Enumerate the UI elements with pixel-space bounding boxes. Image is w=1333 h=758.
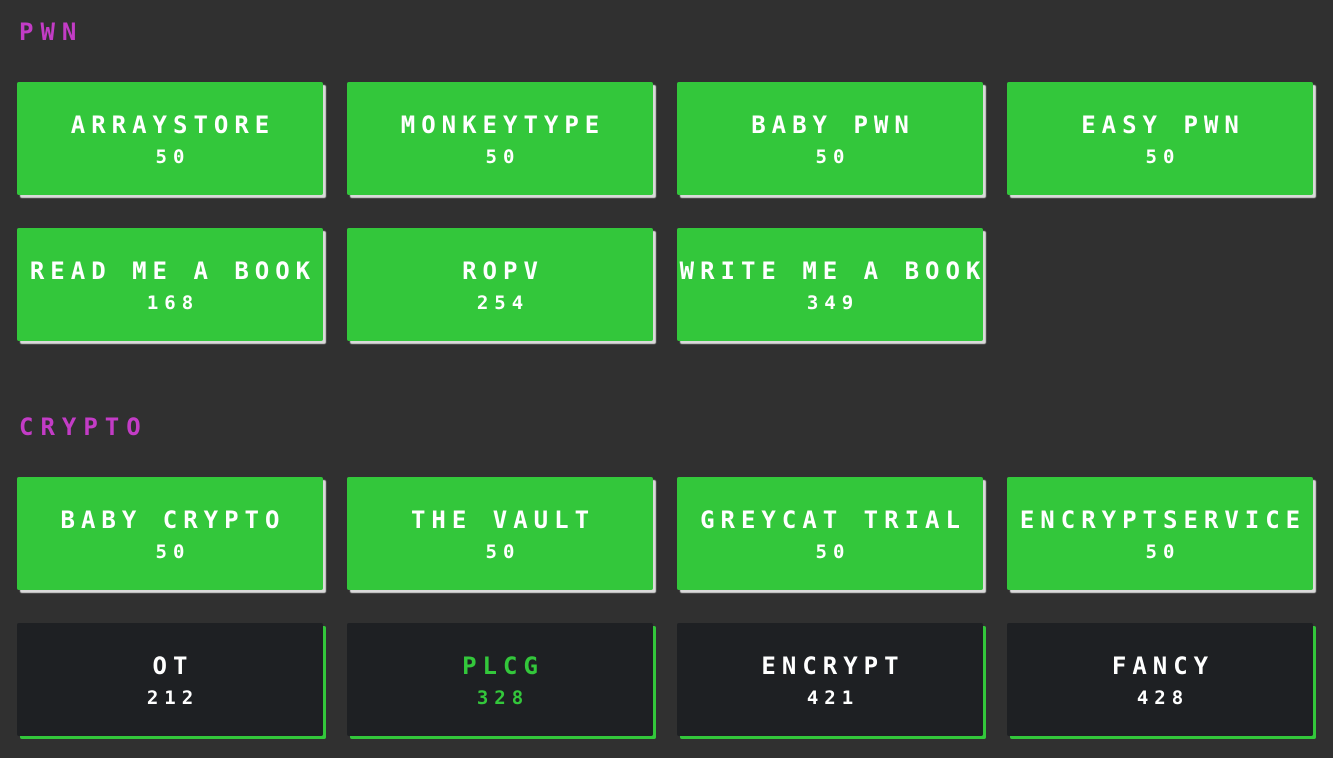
challenge-name: READ ME A BOOK [29, 256, 317, 285]
challenge-card-write-me-a-book[interactable]: WRITE ME A BOOK 349 [677, 228, 983, 341]
challenge-grid-pwn: ARRAYSTORE 50 MONKEYTYPE 50 BABY PWN 50 … [17, 82, 1313, 341]
challenge-points: 50 [155, 145, 191, 168]
challenge-points: 50 [155, 540, 191, 563]
challenge-card-arraystore[interactable]: ARRAYSTORE 50 [17, 82, 323, 195]
challenge-name: PLCG [462, 651, 544, 680]
challenge-card-encrypt[interactable]: ENCRYPT 421 [677, 623, 983, 736]
challenge-points: 50 [1145, 540, 1181, 563]
challenge-points: 50 [1145, 145, 1181, 168]
challenge-card-read-me-a-book[interactable]: READ ME A BOOK 168 [17, 228, 323, 341]
challenge-name: THE VAULT [410, 505, 596, 534]
challenge-points: 421 [806, 686, 860, 709]
challenge-name: ARRAYSTORE [70, 110, 276, 139]
challenge-points: 428 [1136, 686, 1190, 709]
challenge-card-greycat-trial[interactable]: GREYCAT TRIAL 50 [677, 477, 983, 590]
challenge-points: 328 [476, 686, 530, 709]
challenge-name: ENCRYPTSERVICE [1019, 505, 1307, 534]
challenge-name: GREYCAT TRIAL [700, 505, 966, 534]
challenge-card-ot[interactable]: OT 212 [17, 623, 323, 736]
challenge-name: MONKEYTYPE [400, 110, 606, 139]
challenge-card-ropv[interactable]: ROPV 254 [347, 228, 653, 341]
challenge-name: EASY PWN [1081, 110, 1245, 139]
challenge-points: 50 [485, 145, 521, 168]
challenge-points: 50 [485, 540, 521, 563]
challenge-card-easy-pwn[interactable]: EASY PWN 50 [1007, 82, 1313, 195]
challenge-grid-crypto: BABY CRYPTO 50 THE VAULT 50 GREYCAT TRIA… [17, 477, 1313, 736]
challenge-points: 50 [815, 145, 851, 168]
challenge-name: BABY CRYPTO [60, 505, 286, 534]
challenge-name: FANCY [1111, 651, 1215, 680]
challenge-name: ENCRYPT [761, 651, 905, 680]
challenge-card-baby-crypto[interactable]: BABY CRYPTO 50 [17, 477, 323, 590]
challenge-card-baby-pwn[interactable]: BABY PWN 50 [677, 82, 983, 195]
challenge-card-encryptservice[interactable]: ENCRYPTSERVICE 50 [1007, 477, 1313, 590]
challenges-page: PWN ARRAYSTORE 50 MONKEYTYPE 50 BABY PWN… [0, 0, 1333, 758]
challenge-card-plcg[interactable]: PLCG 328 [347, 623, 653, 736]
challenge-card-fancy[interactable]: FANCY 428 [1007, 623, 1313, 736]
challenge-points: 254 [476, 291, 530, 314]
challenge-points: 349 [806, 291, 860, 314]
challenge-name: ROPV [462, 256, 544, 285]
challenge-name: OT [152, 651, 194, 680]
challenge-name: WRITE ME A BOOK [679, 256, 983, 285]
challenge-name: BABY PWN [751, 110, 915, 139]
challenge-points: 212 [146, 686, 200, 709]
category-title-pwn: PWN [19, 18, 84, 46]
challenge-card-monkeytype[interactable]: MONKEYTYPE 50 [347, 82, 653, 195]
challenge-points: 50 [815, 540, 851, 563]
category-title-crypto: CRYPTO [19, 413, 148, 441]
challenge-card-the-vault[interactable]: THE VAULT 50 [347, 477, 653, 590]
challenge-points: 168 [146, 291, 200, 314]
